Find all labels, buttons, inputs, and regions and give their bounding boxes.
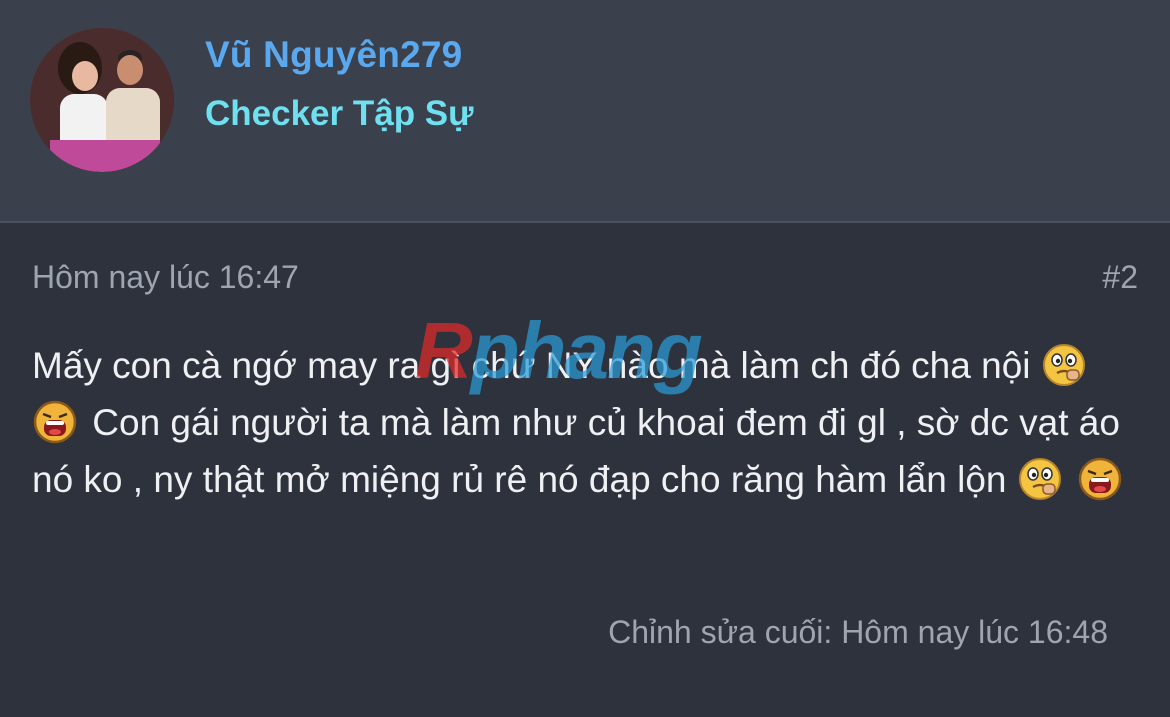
thinking-emoji-icon <box>1041 342 1087 388</box>
user-header: Vũ Nguyên279 Checker Tập Sự <box>0 0 1170 222</box>
post-timestamp[interactable]: Hôm nay lúc 16:47 <box>32 259 299 296</box>
last-edited-note: Chỉnh sửa cuối: Hôm nay lúc 16:48 <box>608 614 1108 650</box>
avatar-photo <box>30 28 174 172</box>
username-link[interactable]: Vũ Nguyên279 <box>205 34 462 76</box>
header-divider <box>0 221 1170 223</box>
avatar[interactable] <box>30 28 174 172</box>
user-title: Checker Tập Sự <box>205 94 474 133</box>
post-number[interactable]: #2 <box>1102 259 1138 296</box>
thinking-emoji-icon <box>1017 456 1063 502</box>
shouting-emoji-icon <box>1077 456 1123 502</box>
shouting-emoji-icon <box>32 399 78 445</box>
post-text-part-2: Con gái người ta mà làm như củ khoai đem… <box>32 402 1120 500</box>
post-text-part-1: Mấy con cà ngớ may ra gì chứ NY nào mà l… <box>32 345 1031 386</box>
post-body: Mấy con cà ngớ may ra gì chứ NY nào mà l… <box>32 337 1142 508</box>
